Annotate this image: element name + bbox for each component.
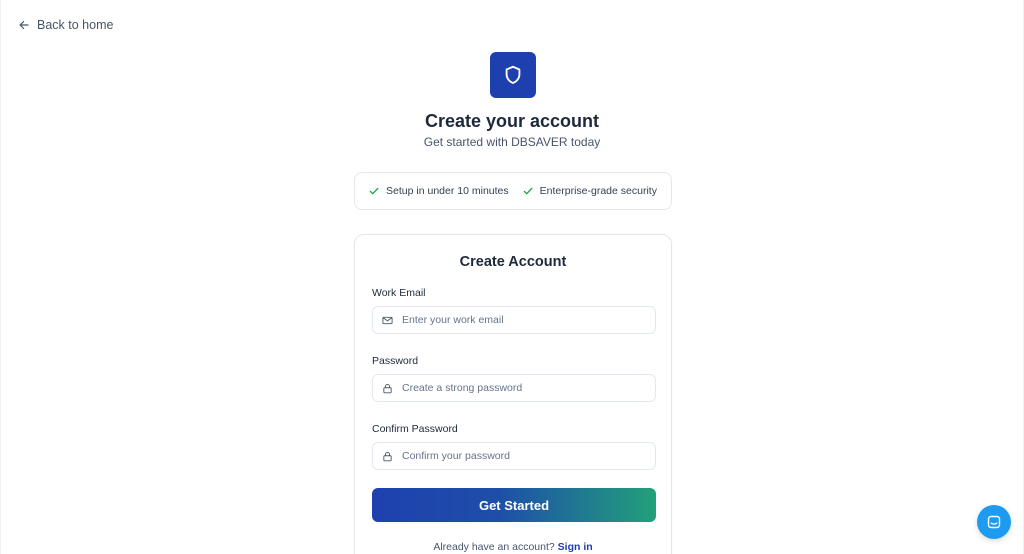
feature-item-security: Enterprise-grade security [523, 185, 657, 197]
chat-icon [987, 515, 1001, 529]
confirm-password-label: Confirm Password [372, 423, 458, 435]
signin-prompt: Already have an account? Sign in [355, 541, 671, 553]
arrow-left-icon [19, 20, 29, 30]
check-icon [369, 187, 379, 195]
page-title: Create your account [424, 111, 600, 131]
signin-prompt-text: Already have an account? [433, 541, 555, 553]
email-label: Work Email [372, 287, 426, 299]
feature-label: Setup in under 10 minutes [386, 185, 509, 197]
back-to-home-link[interactable]: Back to home [19, 18, 113, 32]
check-icon [523, 187, 533, 195]
sign-in-link[interactable]: Sign in [558, 541, 593, 553]
lock-icon [383, 383, 392, 393]
chat-launcher-button[interactable] [977, 505, 1011, 539]
get-started-button[interactable]: Get Started [372, 488, 656, 522]
password-field-wrapper [372, 374, 656, 402]
email-input[interactable] [402, 314, 642, 326]
page-subtitle: Get started with DBSAVER today [423, 135, 601, 149]
mail-icon [382, 316, 393, 324]
password-label: Password [372, 355, 419, 367]
password-input[interactable] [402, 382, 642, 394]
signup-form-card: Create Account Work Email Password Confi… [354, 234, 672, 554]
confirm-password-input[interactable] [402, 450, 642, 462]
signup-page: Back to home Create your account Get sta… [0, 0, 1024, 554]
feature-item-setup: Setup in under 10 minutes [369, 185, 509, 197]
shield-icon [505, 65, 521, 84]
back-to-home-label: Back to home [37, 18, 114, 32]
form-title: Create Account [459, 254, 567, 270]
email-field-wrapper [372, 306, 656, 334]
feature-highlights: Setup in under 10 minutes Enterprise-gra… [354, 172, 672, 210]
brand-logo [490, 52, 536, 98]
lock-icon [383, 451, 392, 461]
feature-label: Enterprise-grade security [539, 185, 657, 197]
confirm-password-field-wrapper [372, 442, 656, 470]
